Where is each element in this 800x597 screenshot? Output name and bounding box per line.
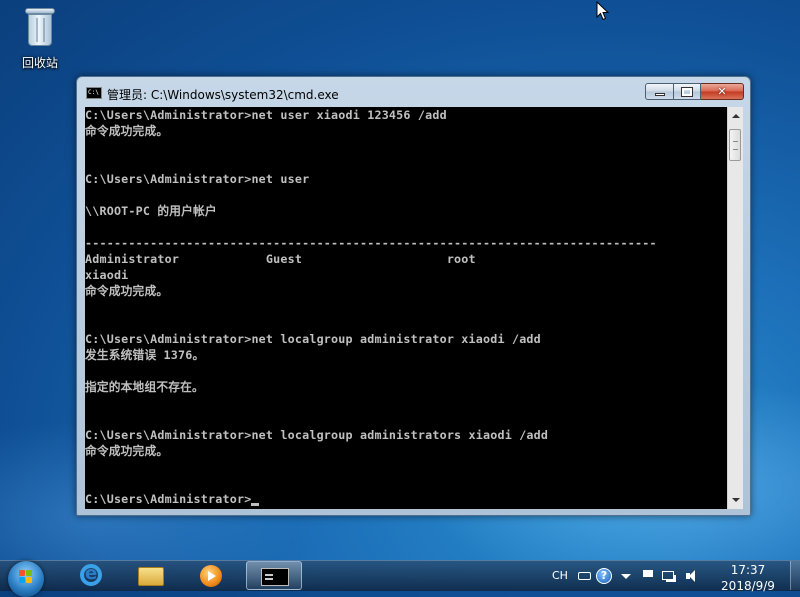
start-button[interactable] (8, 561, 44, 597)
recycle-bin-icon (24, 6, 56, 48)
ie-icon (80, 563, 102, 586)
window-controls (645, 83, 744, 101)
console-line: ----------------------------------------… (85, 235, 727, 251)
vertical-scrollbar[interactable] (727, 107, 743, 509)
clock-date: 2018/9/9 (721, 579, 775, 593)
show-desktop-button[interactable] (790, 561, 800, 590)
help-icon[interactable] (596, 568, 612, 584)
cmd-icon (261, 568, 289, 586)
taskbar (0, 560, 800, 591)
taskbar-media-player-button[interactable] (182, 561, 238, 590)
console-output[interactable]: C:\Users\Administrator>net user xiaodi 1… (85, 107, 727, 509)
console-line-text: 命令成功完成。 (85, 284, 169, 298)
console-line: 指定的本地组不存在。 (85, 379, 727, 395)
volume-icon[interactable] (685, 568, 701, 584)
console-line-text: Administrator Guest root (85, 252, 476, 266)
clock-time: 17:37 (730, 563, 766, 577)
console-line: 发生系统错误 1376。 (85, 347, 727, 363)
console-line: \\ROOT-PC 的用户帐户 (85, 203, 727, 219)
media-player-icon (200, 565, 222, 587)
console-line-text: ----------------------------------------… (85, 236, 657, 250)
console-line: Administrator Guest root (85, 251, 727, 267)
text-cursor (251, 503, 260, 506)
console-line: C:\Users\Administrator> (85, 491, 727, 507)
ime-options-icon[interactable] (618, 568, 634, 584)
console-line-text: \\ROOT-PC 的用户帐户 (85, 204, 217, 218)
console-line: C:\Users\Administrator>net localgroup ad… (85, 331, 727, 347)
network-icon[interactable] (660, 568, 676, 584)
desktop-icon-label: 回收站 (21, 56, 58, 70)
window-titlebar[interactable]: C:\ 管理员: C:\Windows\system32\cmd.exe (77, 77, 750, 107)
folder-icon (138, 567, 164, 586)
console-line: C:\Users\Administrator>net user xiaodi 1… (85, 107, 727, 123)
maximize-button[interactable] (674, 83, 701, 100)
console-line: 命令成功完成。 (85, 283, 727, 299)
windows-start-icon (19, 570, 33, 584)
taskbar-cmd-button[interactable] (246, 561, 302, 590)
action-center-flag-icon[interactable] (640, 568, 656, 584)
console-line-text: xiaodi (85, 268, 129, 282)
console-line-text: C:\Users\Administrator>net user xiaodi 1… (85, 108, 447, 122)
console-line: C:\Users\Administrator>net localgroup ad… (85, 427, 727, 443)
taskbar-explorer-button[interactable] (122, 561, 178, 590)
system-clock[interactable]: 17:37 2018/9/9 (712, 562, 784, 594)
cmd-window[interactable]: C:\ 管理员: C:\Windows\system32\cmd.exe C:\… (76, 76, 751, 516)
cmd-icon: C:\ (86, 87, 102, 99)
console-line: xiaodi (85, 267, 727, 283)
console-line-text: C:\Users\Administrator>net localgroup ad… (85, 332, 541, 346)
keyboard-icon[interactable] (577, 568, 593, 584)
mouse-cursor-icon (596, 1, 610, 21)
close-button[interactable] (701, 83, 744, 100)
console-line-text: 命令成功完成。 (85, 124, 169, 138)
console-line-text: 发生系统错误 1376。 (85, 348, 205, 362)
minimize-button[interactable] (645, 83, 674, 100)
window-title: 管理员: C:\Windows\system32\cmd.exe (107, 88, 339, 102)
language-indicator[interactable]: CH (552, 569, 568, 582)
console-lines: C:\Users\Administrator>net user xiaodi 1… (85, 107, 727, 507)
console-line-text: 指定的本地组不存在。 (85, 380, 204, 394)
desktop-icon-recycle-bin[interactable]: 回收站 (14, 6, 66, 71)
taskbar-ie-button[interactable] (62, 561, 118, 590)
console-line-text: C:\Users\Administrator> (85, 492, 252, 506)
console-line-text: 命令成功完成。 (85, 444, 169, 458)
console-line: C:\Users\Administrator>net user (85, 171, 727, 187)
console-line-text: C:\Users\Administrator>net user (85, 172, 310, 186)
console-line-text: C:\Users\Administrator>net localgroup ad… (85, 428, 549, 442)
console-line: 命令成功完成。 (85, 443, 727, 459)
scroll-down-button[interactable] (728, 492, 743, 509)
scroll-up-button[interactable] (728, 107, 743, 124)
console-line: 命令成功完成。 (85, 123, 727, 139)
scrollbar-thumb[interactable] (729, 129, 741, 161)
